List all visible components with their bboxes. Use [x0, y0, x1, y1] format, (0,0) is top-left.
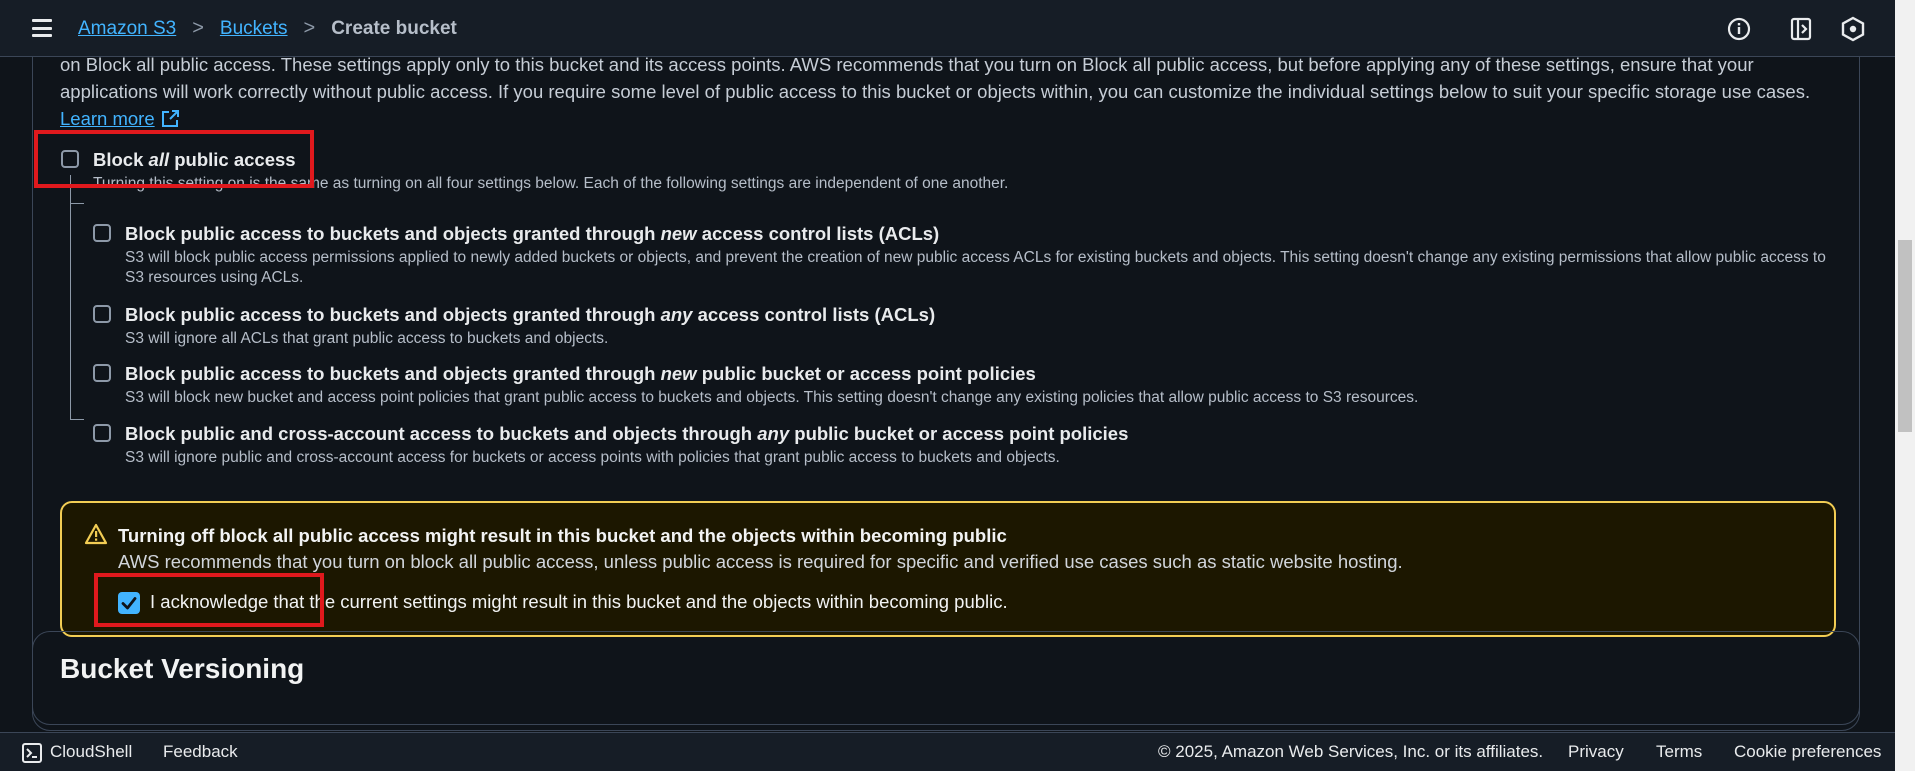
bucket-versioning-panel — [32, 631, 1860, 731]
label-part: access control lists (ACLs) — [692, 304, 936, 325]
feedback-button[interactable]: Feedback — [163, 742, 238, 762]
chevron-right-icon: > — [192, 17, 204, 39]
label-part: public access — [169, 149, 296, 170]
label-emphasis: new — [660, 223, 697, 244]
checkmark-icon — [121, 597, 137, 610]
block-all-public-access-label: Block all public access — [93, 149, 296, 171]
breadcrumb-create-bucket: Create bucket — [331, 17, 457, 39]
cookie-preferences-link[interactable]: Cookie preferences — [1734, 742, 1881, 762]
warning-icon — [84, 523, 108, 545]
notifications-panel-icon[interactable] — [1788, 16, 1814, 42]
intro-paragraph: on Block all public access. These settin… — [60, 57, 1840, 132]
label-emphasis: any — [660, 304, 693, 325]
block-new-acls-description: S3 will block public access permissions … — [125, 249, 1826, 286]
public-access-warning-alert: Turning off block all public access migh… — [60, 501, 1836, 637]
label-part: public bucket or access point policies — [789, 423, 1129, 444]
block-all-public-access-checkbox[interactable] — [61, 150, 79, 168]
breadcrumb-buckets[interactable]: Buckets — [220, 18, 288, 40]
warning-text: AWS recommends that you turn on block al… — [118, 551, 1403, 572]
block-any-acls-label: Block public access to buckets and objec… — [125, 304, 935, 326]
external-link-icon[interactable] — [161, 110, 179, 128]
label-part: public bucket or access point policies — [696, 363, 1036, 384]
label-part: Block — [93, 149, 149, 170]
warning-title: Turning off block all public access migh… — [118, 525, 1007, 546]
info-icon[interactable] — [1726, 16, 1752, 42]
copyright-text: © 2025, Amazon Web Services, Inc. or its… — [1158, 742, 1544, 761]
chevron-right-icon: > — [303, 17, 316, 39]
acknowledge-checkbox[interactable] — [118, 592, 140, 614]
label-emphasis: new — [660, 363, 697, 384]
block-any-policies-checkbox[interactable] — [93, 424, 111, 442]
privacy-link[interactable]: Privacy — [1568, 742, 1624, 762]
block-any-policies-description: S3 will ignore public and cross-account … — [125, 449, 1060, 466]
cloudshell-icon[interactable] — [22, 743, 42, 763]
top-navigation-bar: Amazon S3 > Buckets > Create bucket — [0, 0, 1895, 57]
block-any-acls-description: S3 will ignore all ACLs that grant publi… — [125, 330, 609, 347]
learn-more-link[interactable]: Learn more — [60, 108, 155, 129]
tree-connector — [70, 175, 71, 420]
label-part: Block public access to buckets and objec… — [125, 223, 661, 244]
label-part: Block public and cross-account access to… — [125, 423, 758, 444]
acknowledge-label[interactable]: I acknowledge that the current settings … — [150, 591, 1008, 613]
block-any-policies-label: Block public and cross-account access to… — [125, 423, 1128, 445]
block-new-policies-checkbox[interactable] — [93, 364, 111, 382]
terms-link[interactable]: Terms — [1656, 742, 1702, 762]
settings-hexagon-icon[interactable] — [1840, 16, 1866, 42]
label-part: Block public access to buckets and objec… — [125, 363, 661, 384]
block-new-acls-checkbox[interactable] — [93, 224, 111, 242]
label-emphasis: all — [148, 149, 170, 170]
tree-connector — [70, 203, 84, 204]
footer: CloudShell Feedback © 2025, Amazon Web S… — [0, 732, 1895, 771]
bucket-versioning-title: Bucket Versioning — [60, 653, 305, 684]
block-new-acls-label: Block public access to buckets and objec… — [125, 223, 939, 245]
intro-text: on Block all public access. These settin… — [60, 57, 1811, 102]
block-any-acls-checkbox[interactable] — [93, 305, 111, 323]
label-part: Block public access to buckets and objec… — [125, 304, 661, 325]
tree-connector — [70, 419, 84, 420]
label-emphasis: any — [757, 423, 790, 444]
cloudshell-button[interactable]: CloudShell — [50, 742, 132, 762]
block-all-public-access-description: Turning this setting on is the same as t… — [93, 175, 1009, 192]
breadcrumb: Amazon S3 > Buckets > Create bucket — [78, 17, 457, 40]
block-new-policies-label: Block public access to buckets and objec… — [125, 363, 1036, 385]
breadcrumb-amazon-s3[interactable]: Amazon S3 — [78, 18, 176, 40]
menu-icon[interactable] — [32, 19, 52, 37]
scrollbar-thumb[interactable] — [1898, 240, 1912, 432]
block-new-policies-description: S3 will block new bucket and access poin… — [125, 389, 1419, 406]
label-part: access control lists (ACLs) — [696, 223, 940, 244]
